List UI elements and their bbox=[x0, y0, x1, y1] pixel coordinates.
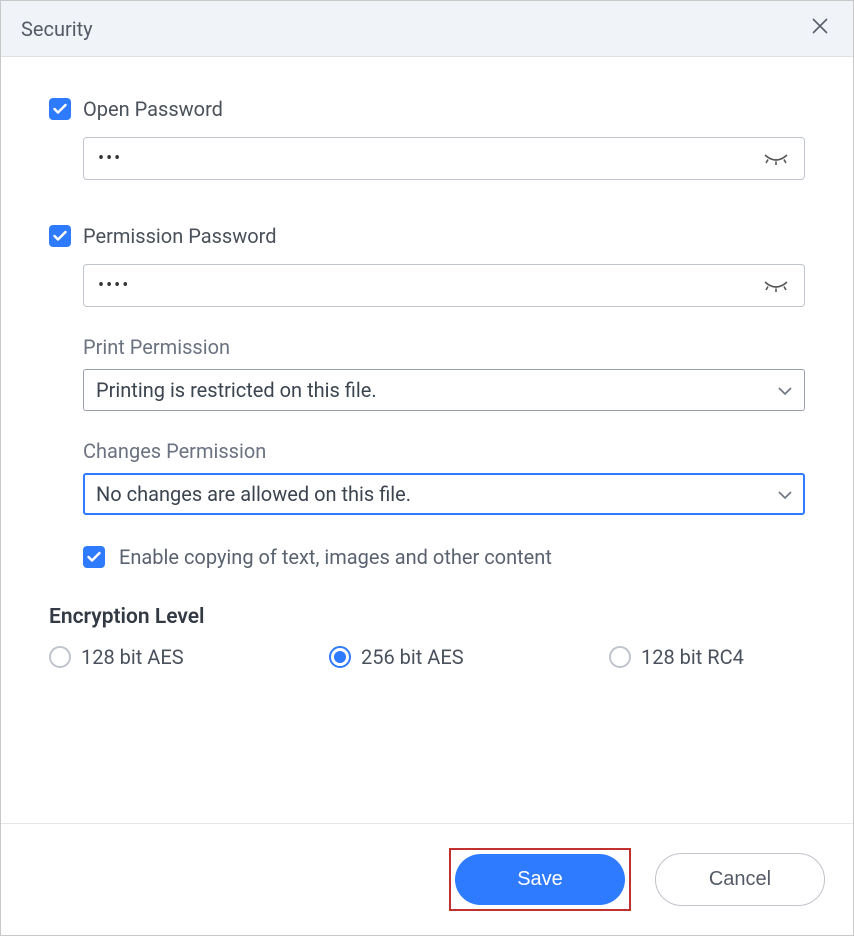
enable-copy-label: Enable copying of text, images and other… bbox=[119, 545, 552, 569]
open-password-row: Open Password bbox=[49, 97, 805, 121]
dialog-content: Open Password ••• P bbox=[1, 57, 853, 823]
changes-permission-label: Changes Permission bbox=[83, 439, 805, 463]
dialog-footer: Save Cancel bbox=[1, 823, 853, 935]
encryption-option-256-aes[interactable]: 256 bit AES bbox=[329, 645, 609, 669]
permission-password-label: Permission Password bbox=[83, 224, 277, 248]
security-dialog: Security Open Password ••• bbox=[0, 0, 854, 936]
open-password-visibility-toggle[interactable] bbox=[762, 150, 790, 168]
cancel-button[interactable]: Cancel bbox=[655, 853, 825, 906]
open-password-label: Open Password bbox=[83, 97, 223, 121]
radio-icon bbox=[49, 646, 71, 668]
close-button[interactable] bbox=[807, 15, 833, 42]
permission-password-section: Permission Password •••• Print Permissio… bbox=[49, 224, 805, 569]
open-password-value: ••• bbox=[98, 148, 762, 169]
print-permission-select[interactable]: Printing is restricted on this file. bbox=[83, 369, 805, 411]
permission-password-input[interactable]: •••• bbox=[83, 264, 805, 307]
open-password-input[interactable]: ••• bbox=[83, 137, 805, 180]
save-button[interactable]: Save bbox=[455, 854, 625, 905]
permission-password-visibility-toggle[interactable] bbox=[762, 277, 790, 295]
changes-permission-value: No changes are allowed on this file. bbox=[96, 482, 411, 506]
encryption-title: Encryption Level bbox=[49, 605, 805, 629]
radio-icon bbox=[609, 646, 631, 668]
check-icon bbox=[53, 103, 67, 115]
radio-icon bbox=[329, 646, 351, 668]
chevron-down-icon bbox=[778, 485, 792, 504]
print-permission-label: Print Permission bbox=[83, 335, 805, 359]
enable-copy-checkbox[interactable] bbox=[83, 546, 105, 568]
eye-closed-icon bbox=[763, 152, 789, 166]
dialog-title: Security bbox=[21, 17, 93, 41]
open-password-section: Open Password ••• bbox=[49, 97, 805, 180]
print-permission-value: Printing is restricted on this file. bbox=[96, 378, 377, 402]
enable-copy-row: Enable copying of text, images and other… bbox=[83, 545, 805, 569]
check-icon bbox=[53, 230, 67, 242]
chevron-down-icon bbox=[778, 381, 792, 400]
titlebar: Security bbox=[1, 1, 853, 57]
open-password-checkbox[interactable] bbox=[49, 98, 71, 120]
save-button-highlight: Save bbox=[449, 848, 631, 911]
eye-closed-icon bbox=[763, 279, 789, 293]
changes-permission-select[interactable]: No changes are allowed on this file. bbox=[83, 473, 805, 515]
permission-password-value: •••• bbox=[98, 275, 762, 296]
close-icon bbox=[811, 17, 829, 35]
encryption-section: Encryption Level 128 bit AES 256 bit AES… bbox=[49, 605, 805, 669]
encryption-option-128-rc4[interactable]: 128 bit RC4 bbox=[609, 645, 744, 669]
encryption-option-label: 256 bit AES bbox=[361, 645, 464, 669]
encryption-option-128-aes[interactable]: 128 bit AES bbox=[49, 645, 329, 669]
check-icon bbox=[87, 551, 101, 563]
encryption-option-label: 128 bit RC4 bbox=[641, 645, 744, 669]
permission-password-checkbox[interactable] bbox=[49, 225, 71, 247]
encryption-options: 128 bit AES 256 bit AES 128 bit RC4 bbox=[49, 645, 805, 669]
permission-password-row: Permission Password bbox=[49, 224, 805, 248]
encryption-option-label: 128 bit AES bbox=[81, 645, 184, 669]
